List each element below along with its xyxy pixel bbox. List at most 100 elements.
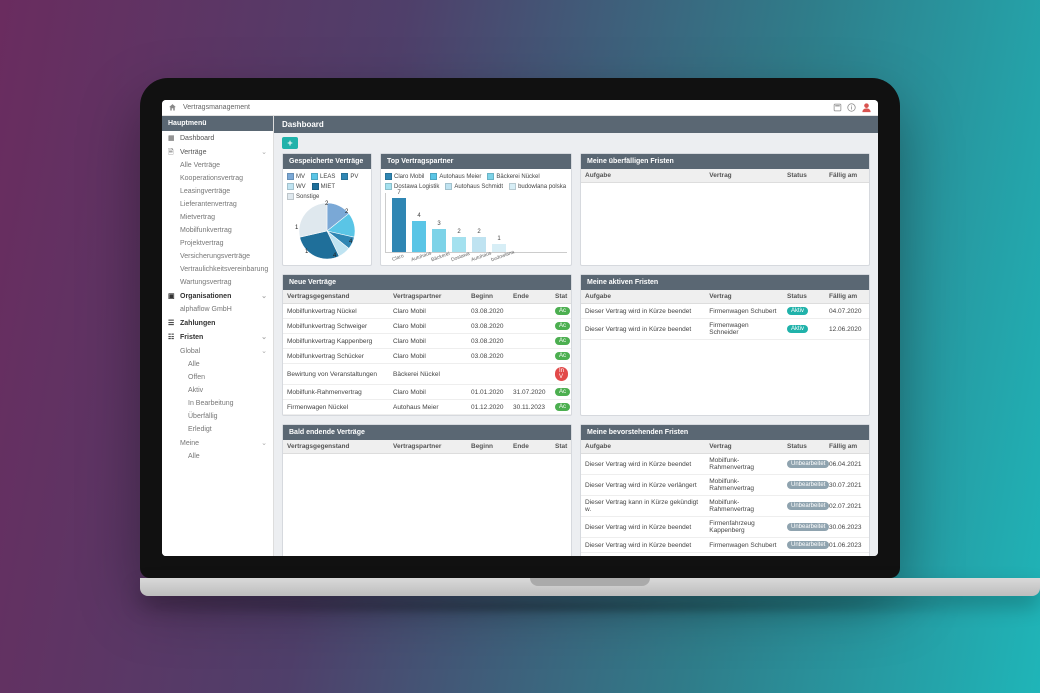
sidebar-item[interactable]: ▦Dashboard <box>162 131 273 145</box>
bar: 2 <box>472 237 486 252</box>
sidebar-item[interactable]: ▣ Organisationen ⌄ <box>162 289 273 303</box>
table-row[interactable]: Dieser Vertrag wird in Kürze beendetFirm… <box>581 538 869 553</box>
sidebar-item[interactable]: Versicherungsverträge <box>162 250 273 263</box>
sidebar-item[interactable]: 🗎Verträge⌄ <box>162 145 273 159</box>
table-row[interactable]: Dieser Vertrag wird in Kürze beendetFirm… <box>581 304 869 319</box>
user-avatar-icon[interactable] <box>861 102 872 113</box>
legend-label: Autohaus Schmidt <box>454 184 503 190</box>
legend-label: budowlana polska <box>518 184 566 190</box>
sidebar-item[interactable]: Alle <box>162 358 273 371</box>
panel-header: Meine überfälligen Fristen <box>581 154 869 169</box>
bar: 7 <box>392 198 406 252</box>
sidebar-item-label: Meine <box>180 440 199 447</box>
sidebar-item[interactable]: Erledigt <box>162 423 273 436</box>
sidebar-header: Hauptmenü <box>162 116 273 131</box>
legend-swatch <box>430 173 437 180</box>
sidebar-item[interactable]: Mobilfunkvertrag <box>162 224 273 237</box>
sidebar-item-label: Überfällig <box>188 413 218 420</box>
sidebar-item[interactable]: Meine ⌄ <box>162 436 273 450</box>
legend-swatch <box>287 183 294 190</box>
legend-swatch <box>311 173 318 180</box>
add-button[interactable]: + <box>282 137 298 149</box>
topbar: Vertragsmanagement i <box>162 100 878 116</box>
panel-header: Neue Verträge <box>283 275 571 290</box>
chevron-down-icon: ⌄ <box>261 439 267 447</box>
breadcrumb: Vertragsmanagement <box>183 104 827 111</box>
status-badge: Ac <box>555 322 570 330</box>
status-badge: In V <box>555 367 568 381</box>
sidebar-item[interactable]: Vertraulichkeitsvereinbarung <box>162 263 273 276</box>
bar-value: 7 <box>397 190 400 196</box>
sidebar-item[interactable]: Mietvertrag <box>162 211 273 224</box>
table-row[interactable]: Dieser Vertrag wird in Kürze beendetFirm… <box>581 319 869 340</box>
legend-label: Bäckerei Nückel <box>496 174 539 180</box>
bar-value: 2 <box>457 229 460 235</box>
help-icon[interactable]: i <box>847 103 856 112</box>
table-row[interactable]: Dieser Vertrag wird in Kürze beendetFirm… <box>581 553 869 556</box>
table-row[interactable]: Dieser Vertrag wird in Kürze verlängertM… <box>581 475 869 496</box>
sidebar-item[interactable]: Projektvertrag <box>162 237 273 250</box>
panel-saved-contracts: Gespeicherte Verträge MVLEASPVWVMIETSons… <box>282 153 372 266</box>
home-icon[interactable] <box>168 103 177 112</box>
table-row[interactable]: Dieser Vertrag wird in Kürze beendetFirm… <box>581 517 869 538</box>
sidebar-item[interactable]: Alle <box>162 450 273 463</box>
chevron-down-icon: ⌄ <box>261 347 267 355</box>
sidebar-item[interactable]: Global ⌄ <box>162 344 273 358</box>
sidebar-item-label: Organisationen <box>180 293 231 300</box>
screen-bezel: Vertragsmanagement i Hauptmenü ▦Dashboar… <box>140 78 900 578</box>
table-row[interactable]: Mobilfunkvertrag KappenbergClaro Mobil03… <box>283 334 571 349</box>
status-badge: Ac <box>555 352 570 360</box>
sidebar-item[interactable]: In Bearbeitung <box>162 397 273 410</box>
sidebar-item[interactable]: Leasingverträge <box>162 185 273 198</box>
panel-active-deadlines: Meine aktiven Fristen Aufgabe Vertrag St… <box>580 274 870 416</box>
legend-label: MV <box>296 174 305 180</box>
windows-icon[interactable] <box>833 103 842 112</box>
chevron-down-icon: ⌄ <box>261 333 267 341</box>
sidebar-item[interactable]: Überfällig <box>162 410 273 423</box>
panel-header: Top Vertragspartner <box>381 154 571 169</box>
legend-label: MIET <box>321 184 335 190</box>
sidebar-item-label: Erledigt <box>188 426 212 433</box>
sidebar-item[interactable]: Offen <box>162 371 273 384</box>
table-row[interactable]: Mobilfunkvertrag NückelClaro Mobil03.08.… <box>283 304 571 319</box>
sidebar-item[interactable]: Wartungsvertrag <box>162 276 273 289</box>
legend-swatch <box>385 173 392 180</box>
table-row[interactable]: Firmenwagen NückelAutohaus Meier01.12.20… <box>283 400 571 415</box>
sidebar-item[interactable]: alphaflow GmbH <box>162 303 273 316</box>
legend-label: Dostawa Logistik <box>394 184 439 190</box>
bar: 4 <box>412 221 426 252</box>
table-row[interactable]: Mobilfunkvertrag SchückerClaro Mobil03.0… <box>283 349 571 364</box>
bar: 3 <box>432 229 446 252</box>
chevron-down-icon: ⌄ <box>261 292 267 300</box>
sidebar-item-label: Global <box>180 348 200 355</box>
pie-chart: 2 2 1 1 4 4 <box>299 203 355 259</box>
sidebar-nav: ▦Dashboard🗎Verträge⌄Alle VerträgeKoopera… <box>162 131 273 556</box>
sidebar-item[interactable]: Aktiv <box>162 384 273 397</box>
status-badge: Unbearbeitet <box>787 481 829 489</box>
sidebar-item[interactable]: Alle Verträge <box>162 159 273 172</box>
table-row[interactable]: Mobilfunk-RahmenvertragClaro Mobil01.01.… <box>283 385 571 400</box>
sidebar-item-label: Lieferantenvertrag <box>180 201 237 208</box>
sidebar-item-label: Alle <box>188 361 200 368</box>
sidebar-item-label: Fristen <box>180 334 203 341</box>
panel-header: Meine aktiven Fristen <box>581 275 869 290</box>
svg-text:i: i <box>851 105 853 111</box>
sidebar-item-label: Projektvertrag <box>180 240 224 247</box>
legend-swatch <box>445 183 452 190</box>
table-row[interactable]: Dieser Vertrag kann in Kürze gekündigt w… <box>581 496 869 517</box>
legend-label: LEAS <box>320 174 335 180</box>
legend-label: WV <box>296 184 306 190</box>
sidebar-item[interactable]: Kooperationsvertrag <box>162 172 273 185</box>
panel-new-contracts: Neue Verträge Vertragsgegenstand Vertrag… <box>282 274 572 416</box>
bar-xlabel: Bäckerei <box>430 253 445 263</box>
legend-swatch <box>385 183 392 190</box>
org-icon: ▣ <box>168 292 176 300</box>
sidebar-item[interactable]: ☰Zahlungen <box>162 316 273 330</box>
legend-label: Sonstige <box>296 194 319 200</box>
table-row[interactable]: Dieser Vertrag wird in Kürze beendetMobi… <box>581 454 869 475</box>
table-row[interactable]: Bewirtung von VeranstaltungenBäckerei Nü… <box>283 364 571 385</box>
sidebar-item[interactable]: Lieferantenvertrag <box>162 198 273 211</box>
status-badge: Aktiv <box>787 307 808 315</box>
sidebar-item[interactable]: ☷Fristen⌄ <box>162 330 273 344</box>
table-row[interactable]: Mobilfunkvertrag SchweigerClaro Mobil03.… <box>283 319 571 334</box>
